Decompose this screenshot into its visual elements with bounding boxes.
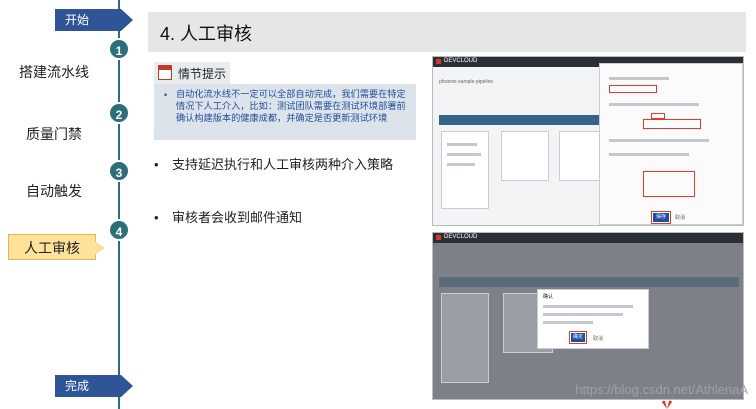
dialog-title: 确认 xyxy=(543,294,554,300)
tip-heading: 情节提示 xyxy=(178,67,227,81)
devcloud-logo-icon xyxy=(436,59,441,64)
bullet-1: • 支持延迟执行和人工审核两种介入策略 xyxy=(154,157,394,172)
page-title: 4. 人工审核 xyxy=(160,24,253,44)
cancel-button[interactable]: 取消 xyxy=(593,335,603,342)
tip-body: • 自动化流水线不一定可以全部自动完成，我们需要在特定情况下人工介入，比如：测试… xyxy=(154,84,416,140)
watermark: https://blog.csdn.net/AthlenaA xyxy=(575,382,748,397)
step-2-label[interactable]: 质量门禁 xyxy=(8,121,100,147)
step-4-circle: 4 xyxy=(108,219,130,241)
step-1-label[interactable]: 搭建流水线 xyxy=(8,59,100,85)
cancel-button[interactable]: 取消 xyxy=(675,214,685,221)
tip-header: 情节提示 xyxy=(154,62,230,84)
end-tag: 完成 xyxy=(55,375,133,397)
step-3-circle: 3 xyxy=(108,160,130,182)
bullet-2: • 审核者会收到邮件通知 xyxy=(154,210,303,225)
bullet-dot-icon: • xyxy=(154,210,159,225)
step-4-label-active[interactable]: 人工审核 xyxy=(8,234,105,260)
tip-text: 自动化流水线不一定可以全部自动完成，我们需要在特定情况下人工介入，比如：测试团队… xyxy=(176,89,406,123)
huawei-logo-icon xyxy=(662,400,672,409)
timeline-line xyxy=(118,0,120,409)
step-3-label[interactable]: 自动触发 xyxy=(8,178,100,204)
devcloud-logo-icon xyxy=(436,235,441,240)
step-2-circle: 2 xyxy=(108,102,130,124)
start-tag: 开始 xyxy=(55,9,133,31)
step-1-circle: 1 xyxy=(108,38,130,60)
tip-bullet-icon: • xyxy=(164,90,168,100)
screenshot-approval-dialog: DEVCLOUD 确认 确定 取消 xyxy=(432,232,744,400)
bullet-dot-icon: • xyxy=(154,157,159,172)
calendar-icon xyxy=(158,65,172,80)
title-bar: 4. 人工审核 xyxy=(148,12,746,52)
screenshot-pipeline-config: DEVCLOUD phoenix-sample-pipeline 保存 取消 xyxy=(432,56,744,226)
